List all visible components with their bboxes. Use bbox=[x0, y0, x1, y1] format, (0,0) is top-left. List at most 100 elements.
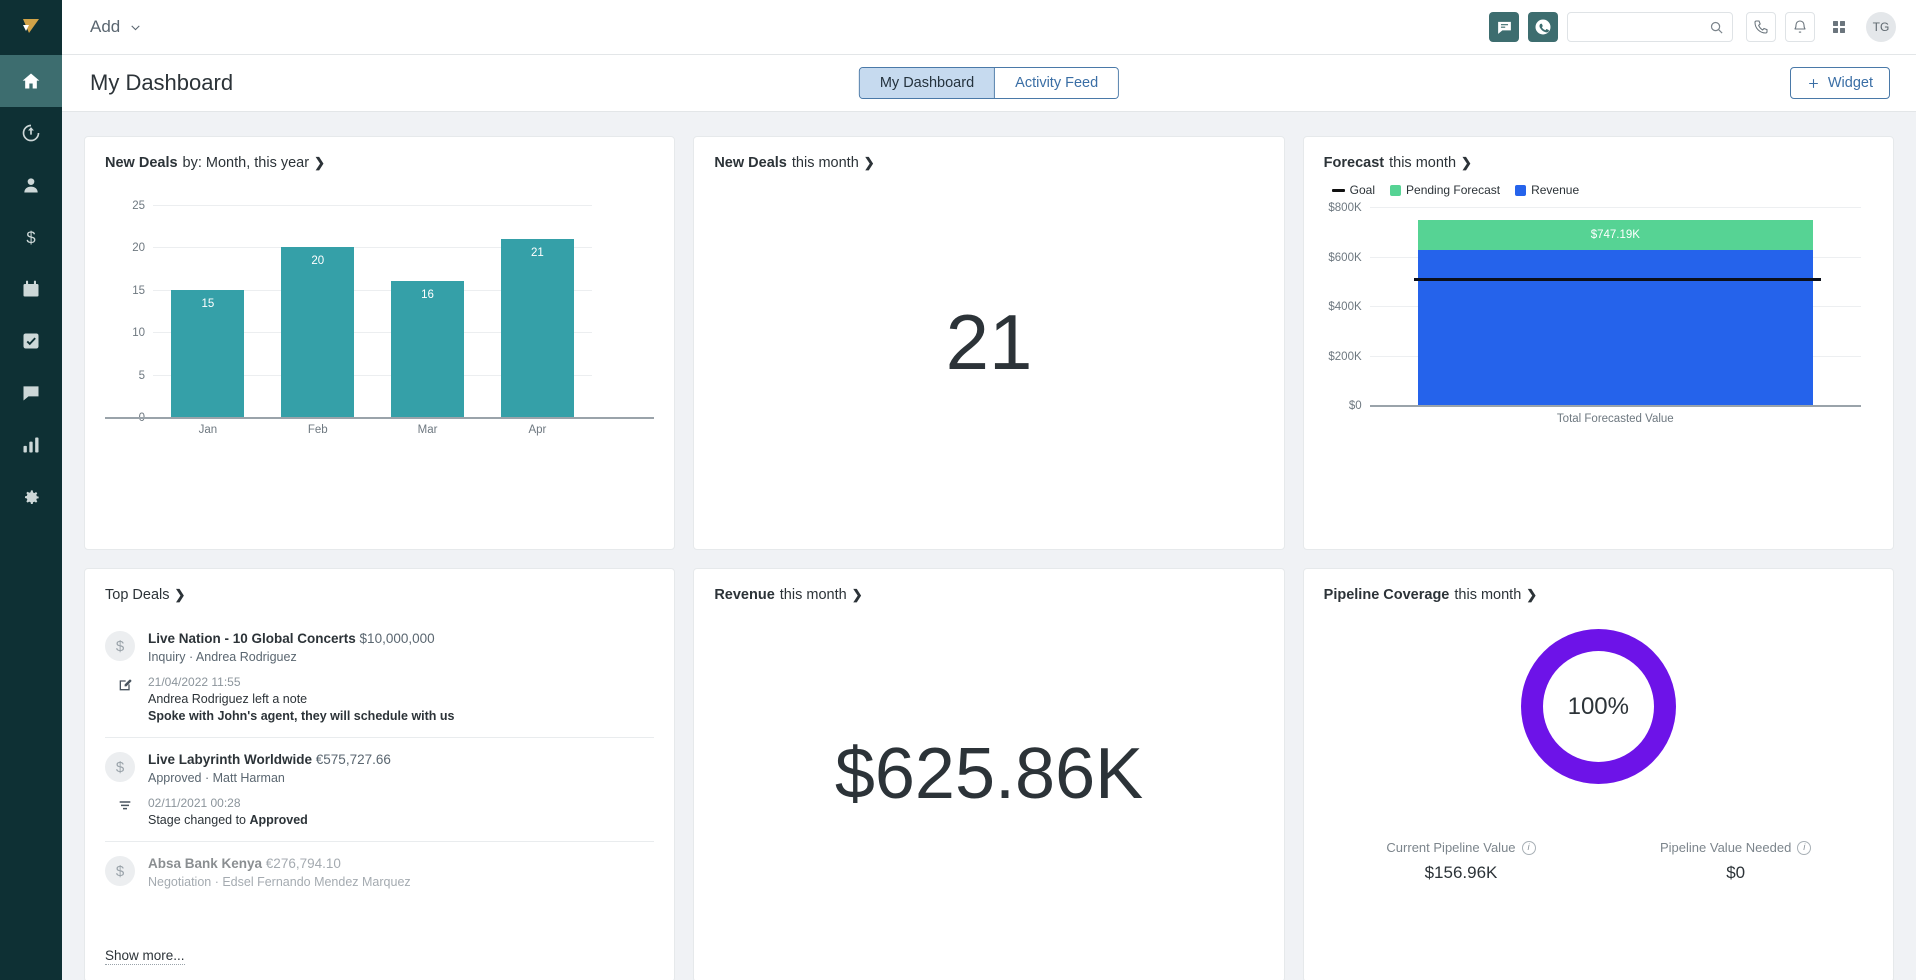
sidebar-item-contacts[interactable] bbox=[0, 159, 62, 211]
avatar[interactable]: TG bbox=[1866, 12, 1896, 42]
widget-title-bold: Forecast bbox=[1323, 155, 1385, 171]
apps-grid-button[interactable] bbox=[1824, 12, 1854, 42]
legend-color-swatch bbox=[1390, 184, 1402, 196]
current-pipeline-value-label: Current Pipeline Value bbox=[1386, 840, 1516, 855]
checkbox-icon bbox=[23, 333, 39, 349]
info-icon[interactable]: i bbox=[1521, 840, 1536, 855]
sidebar-item-home[interactable] bbox=[0, 55, 62, 107]
deal-header[interactable]: $ Live Nation - 10 Global Concerts $10,00… bbox=[105, 631, 654, 664]
app-root: $ Add TG My Dashboard My Dashboard Activ… bbox=[0, 0, 1916, 980]
pipeline-stats: Current Pipeline Value i $156.96K Pipeli… bbox=[1324, 840, 1873, 883]
widget-title-rest: this month bbox=[791, 155, 859, 171]
sidebar-item-activity[interactable] bbox=[0, 107, 62, 159]
chevron-right-icon: ❯ bbox=[863, 155, 875, 170]
notifications-button[interactable] bbox=[1785, 12, 1815, 42]
forecast-chart: $0 $200K $400K $600K $800K $747.19K Total For… bbox=[1324, 202, 1873, 447]
bar-chart-column[interactable]: 15 bbox=[153, 205, 263, 417]
deal-header[interactable]: $ Live Labyrinth Worldwide €575,727.66 App… bbox=[105, 752, 654, 785]
main-area: Add TG My Dashboard My Dashboard Activit… bbox=[62, 0, 1916, 980]
show-more-button[interactable]: Show more... bbox=[105, 948, 185, 965]
bar-chart-column[interactable]: 21 bbox=[482, 205, 592, 417]
widget-title-bold: New Deals bbox=[105, 155, 178, 171]
forecast-gridline: $800K bbox=[1328, 202, 1861, 214]
info-icon[interactable]: i bbox=[1797, 840, 1812, 855]
deal-amount: $10,000,000 bbox=[355, 631, 435, 646]
widget-title-bold: Top Deals bbox=[105, 587, 170, 603]
bar-chart-column[interactable]: 16 bbox=[373, 205, 483, 417]
forecast-legend: Goal Pending Forecast Revenue bbox=[1331, 183, 1873, 197]
search-input[interactable] bbox=[1576, 19, 1709, 35]
current-pipeline-value: $156.96K bbox=[1424, 863, 1498, 882]
deal-title: Live Nation - 10 Global Concerts bbox=[148, 631, 356, 646]
deal-title: Absa Bank Kenya bbox=[148, 856, 263, 871]
forecast-y-tick: $200K bbox=[1328, 350, 1362, 363]
bar-chart-bars: 15 20 16 21 bbox=[153, 205, 592, 417]
bar-chart-bar[interactable]: 21 bbox=[500, 238, 574, 417]
search-icon[interactable] bbox=[1709, 20, 1724, 35]
deal-activity-description: Stage changed to Approved bbox=[148, 813, 308, 827]
deal-item[interactable]: $ Absa Bank Kenya €276,794.10 Negotiation … bbox=[105, 842, 654, 903]
bar-chart-x-labels: Jan Feb Mar Apr bbox=[153, 424, 592, 436]
tab-my-dashboard[interactable]: My Dashboard bbox=[859, 68, 995, 98]
forecast-revenue-segment[interactable] bbox=[1417, 250, 1813, 405]
widget-title-forecast[interactable]: Forecast this month ❯ bbox=[1324, 155, 1873, 171]
add-widget-button[interactable]: Widget bbox=[1789, 67, 1890, 99]
bar-chart-bar[interactable]: 15 bbox=[171, 289, 245, 417]
deal-activity: 21/04/2022 11:55 Andrea Rodriguez left a … bbox=[105, 675, 654, 723]
forecast-stacked-bar[interactable]: $747.19K bbox=[1417, 220, 1813, 405]
avatar-initials: TG bbox=[1872, 20, 1890, 34]
note-edit-icon bbox=[117, 675, 135, 723]
pipeline-value-needed-label-row: Pipeline Value Needed i bbox=[1598, 840, 1873, 855]
widget-title-top-deals[interactable]: Top Deals ❯ bbox=[105, 587, 654, 603]
bar-value-label: 16 bbox=[421, 289, 434, 302]
sidebar-item-tasks[interactable] bbox=[0, 315, 62, 367]
legend-item[interactable]: Revenue bbox=[1515, 183, 1579, 197]
forecast-total-label: $747.19K bbox=[1590, 229, 1640, 242]
legend-item[interactable]: Goal bbox=[1331, 183, 1375, 197]
bar-chart-column[interactable]: 20 bbox=[263, 205, 373, 417]
deal-item[interactable]: $ Live Labyrinth Worldwide €575,727.66 App… bbox=[105, 738, 655, 842]
sidebar-item-settings[interactable] bbox=[0, 471, 62, 523]
app-logo[interactable] bbox=[0, 0, 62, 55]
grid-apps-icon bbox=[1833, 21, 1845, 33]
tab-activity-feed[interactable]: Activity Feed bbox=[994, 68, 1119, 98]
search-box[interactable] bbox=[1567, 12, 1733, 42]
dashboard-tabs: My Dashboard Activity Feed bbox=[858, 67, 1120, 99]
whatsapp-button[interactable] bbox=[1528, 12, 1558, 42]
bar-chart-bar[interactable]: 20 bbox=[281, 247, 355, 417]
bar-chart-y-tick: 20 bbox=[132, 242, 145, 255]
sidebar-item-calendar[interactable] bbox=[0, 263, 62, 315]
chat-button[interactable] bbox=[1489, 12, 1519, 42]
deal-item[interactable]: $ Live Nation - 10 Global Concerts $10,00… bbox=[105, 617, 655, 738]
calendar-icon bbox=[23, 280, 39, 297]
deal-stage-owner: Approved · Matt Harman bbox=[148, 771, 285, 785]
deal-title: Live Labyrinth Worldwide bbox=[148, 752, 313, 767]
deal-timestamp: 02/11/2021 00:28 bbox=[148, 796, 241, 810]
whatsapp-icon bbox=[1535, 19, 1551, 35]
deal-activity-detail: Approved bbox=[249, 813, 308, 827]
bar-chart-x-tick: Feb bbox=[307, 424, 328, 436]
widget-title-revenue[interactable]: Revenue this month ❯ bbox=[714, 587, 1263, 603]
bar-chart-bar[interactable]: 16 bbox=[391, 281, 465, 417]
home-icon bbox=[22, 73, 40, 89]
logo-icon bbox=[23, 18, 39, 33]
plus-icon bbox=[1809, 78, 1818, 88]
bar-value-label: 15 bbox=[201, 297, 215, 310]
legend-item[interactable]: Pending Forecast bbox=[1390, 183, 1500, 197]
chevron-right-icon: ❯ bbox=[851, 587, 863, 602]
phone-button[interactable] bbox=[1746, 12, 1776, 42]
widget-title-new-deals-count[interactable]: New Deals this month ❯ bbox=[714, 155, 1263, 171]
bar-chart-y-tick: 15 bbox=[132, 284, 145, 297]
widget-title-pipeline-coverage[interactable]: Pipeline Coverage this month ❯ bbox=[1324, 587, 1873, 603]
sidebar-item-deals[interactable]: $ bbox=[0, 211, 62, 263]
page-title: My Dashboard bbox=[90, 70, 234, 95]
chevron-right-icon: ❯ bbox=[1461, 155, 1472, 170]
pipeline-value-needed-col: Pipeline Value Needed i $0 bbox=[1598, 840, 1873, 883]
forecast-y-tick: $0 bbox=[1348, 400, 1362, 412]
forecast-pending-segment[interactable]: $747.19K bbox=[1417, 220, 1813, 251]
widget-title-new-deals-chart[interactable]: New Deals by: Month, this year ❯ bbox=[105, 155, 654, 171]
deal-header[interactable]: $ Absa Bank Kenya €276,794.10 Negotiation … bbox=[105, 856, 654, 889]
sidebar-item-reports[interactable] bbox=[0, 419, 62, 471]
add-menu-button[interactable]: Add bbox=[90, 17, 142, 37]
sidebar-item-chat[interactable] bbox=[0, 367, 62, 419]
